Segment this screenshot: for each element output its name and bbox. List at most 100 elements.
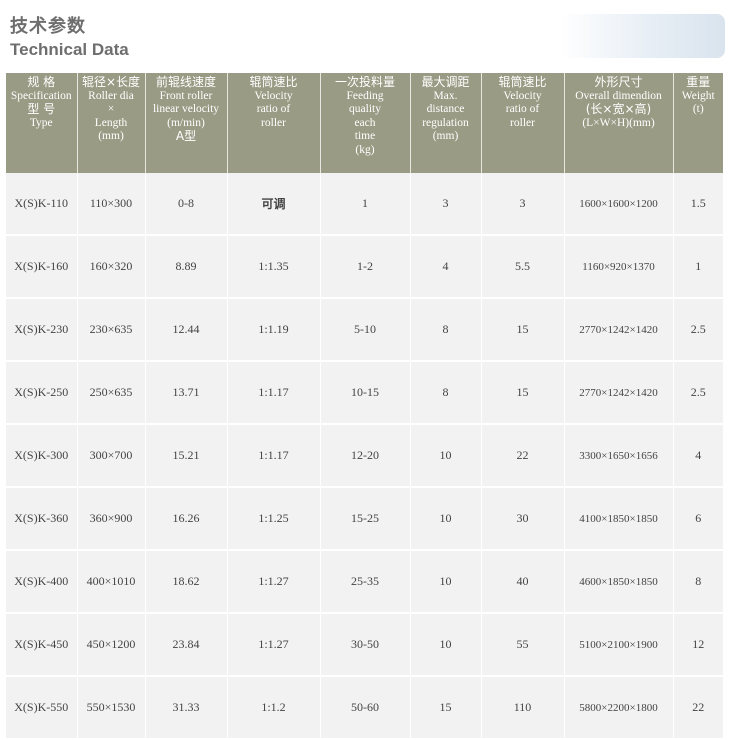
header-line: 辊径×长度 (81, 75, 141, 89)
table-cell: 3300×1650×1656 (564, 424, 674, 488)
table-cell: 5800×2200×1800 (564, 676, 674, 740)
header-line: (L×W×H)(mm) (582, 116, 655, 129)
table-row: X(S)K-360 360×900 16.26 1:1.25 15-25 10 30 4100… (6, 487, 723, 551)
table-cell: 300×700 (77, 424, 146, 488)
table-cell: 31.33 (145, 676, 228, 740)
table-cell: 可调 (227, 173, 321, 236)
header-line: 辊筒速比 (249, 75, 298, 89)
table-cell: 12-20 (320, 424, 411, 488)
table-cell: 13.71 (145, 361, 228, 425)
table-cell: 8 (410, 298, 482, 362)
table-cell: 4600×1850×1850 (564, 550, 674, 614)
column-header-0: 规 格 Specification 型 号 Type (6, 73, 78, 173)
table-cell: 1:1.2 (227, 676, 321, 740)
table-row: X(S)K-160 160×320 8.89 1:1.35 1-2 4 5.5 1160×92… (6, 235, 723, 299)
header-line: Velocity (503, 89, 542, 102)
column-header-5: 最大调距 Max. distance regulation (mm) (410, 73, 482, 173)
table-cell: 15 (481, 361, 565, 425)
table-cell: 12 (673, 613, 723, 677)
table-cell: 1 (673, 235, 723, 299)
table-cell: 15-25 (320, 487, 411, 551)
table-cell: 16.26 (145, 487, 228, 551)
column-header-4: 一次投料量 Feeding quality each time (kg) (320, 73, 411, 173)
table-cell: X(S)K-250 (6, 361, 78, 425)
table-cell: 22 (481, 424, 565, 488)
table-cell: 1-2 (320, 235, 411, 299)
table-cell: 1:1.19 (227, 298, 321, 362)
header-line: roller (261, 116, 286, 129)
table-cell: 2770×1242×1420 (564, 361, 674, 425)
table-cell: X(S)K-110 (6, 173, 78, 236)
table-cell: 1:1.17 (227, 424, 321, 488)
table-cell: 250×635 (77, 361, 146, 425)
table-cell: 25-35 (320, 550, 411, 614)
table-cell: 1:1.27 (227, 550, 321, 614)
table-row: X(S)K-110 110×300 0-8 可调 1 3 3 1600×1600×1200 1.… (6, 173, 723, 236)
header-line: (m/min) (167, 116, 205, 129)
table-cell: X(S)K-230 (6, 298, 78, 362)
table-cell: 1:1.27 (227, 613, 321, 677)
header-line: Length (94, 116, 128, 129)
table-cell: 30-50 (320, 613, 411, 677)
header-line: 规 格 (27, 75, 56, 89)
header-line: ratio of (256, 103, 291, 115)
table-cell: 0-8 (145, 173, 228, 236)
table-cell: 5-10 (320, 298, 411, 362)
table-cell: 2770×1242×1420 (564, 298, 674, 362)
table-row: X(S)K-250 250×635 13.71 1:1.17 10-15 8 15 2770×… (6, 361, 723, 425)
header-line: each (354, 116, 376, 129)
table-cell: 550×1530 (77, 676, 146, 740)
table-cell: 8.89 (145, 235, 228, 299)
table-cell: 110×300 (77, 173, 146, 236)
column-header-6: 辊筒速比 Velocity ratio of roller (481, 73, 565, 173)
table-cell: 30 (481, 487, 565, 551)
header-line: Max. (433, 89, 458, 102)
column-header-7: 外形尺寸 Overall dimendion (长×宽×高) (L×W×H)(mm) (564, 73, 674, 173)
table-cell: 10 (410, 424, 482, 488)
table-cell: 23.84 (145, 613, 228, 677)
header-line: roller (510, 116, 535, 129)
table-cell: 10 (410, 487, 482, 551)
page-title-en: Technical Data (10, 40, 129, 59)
table-cell: 10 (410, 613, 482, 677)
table-cell: 450×1200 (77, 613, 146, 677)
table-cell: 8 (410, 361, 482, 425)
table-cell: 6 (673, 487, 723, 551)
table-cell: 4 (673, 424, 723, 488)
header-line: quality (349, 103, 381, 115)
column-header-1: 辊径×长度 Roller dia × Length (mm) (77, 73, 146, 173)
header-decoration (560, 14, 725, 58)
table-cell: 3 (410, 173, 482, 236)
table-cell: 2.5 (673, 298, 723, 362)
table-cell: 360×900 (77, 487, 146, 551)
table-cell: 3 (481, 173, 565, 236)
header-line: × (107, 103, 115, 115)
header-line: Feeding (346, 89, 384, 102)
table-cell: X(S)K-360 (6, 487, 78, 551)
table-cell: 4100×1850×1850 (564, 487, 674, 551)
header-line: (kg) (355, 143, 375, 156)
header-line: time (354, 130, 376, 142)
header-line: 重量 (686, 75, 711, 89)
table-cell: 15 (410, 676, 482, 740)
table-cell: 15 (481, 298, 565, 362)
header-line: Front roller (159, 89, 213, 102)
table-cell: 1.5 (673, 173, 723, 236)
table-cell: X(S)K-450 (6, 613, 78, 677)
table-cell: 50-60 (320, 676, 411, 740)
header-line: (t) (692, 103, 704, 115)
table-row: X(S)K-400 400×1010 18.62 1:1.27 25-35 10 40 460… (6, 550, 723, 614)
column-header-3: 辊筒速比 Velocity ratio of roller (227, 73, 321, 173)
table-row: X(S)K-230 230×635 12.44 1:1.19 5-10 8 15 2770×1… (6, 298, 723, 362)
table-cell: 400×1010 (77, 550, 146, 614)
table-cell: 1:1.25 (227, 487, 321, 551)
header-line: ratio of (505, 103, 540, 115)
header-line: 型 号 (27, 102, 56, 116)
table-cell: 160×320 (77, 235, 146, 299)
column-header-2: 前辊线速度 Front roller linear velocity (m/min) A… (145, 73, 228, 173)
table-cell: 10-15 (320, 361, 411, 425)
header-line: 前辊线速度 (155, 75, 216, 89)
table-cell: X(S)K-400 (6, 550, 78, 614)
table-cell: 15.21 (145, 424, 228, 488)
table-cell: X(S)K-300 (6, 424, 78, 488)
